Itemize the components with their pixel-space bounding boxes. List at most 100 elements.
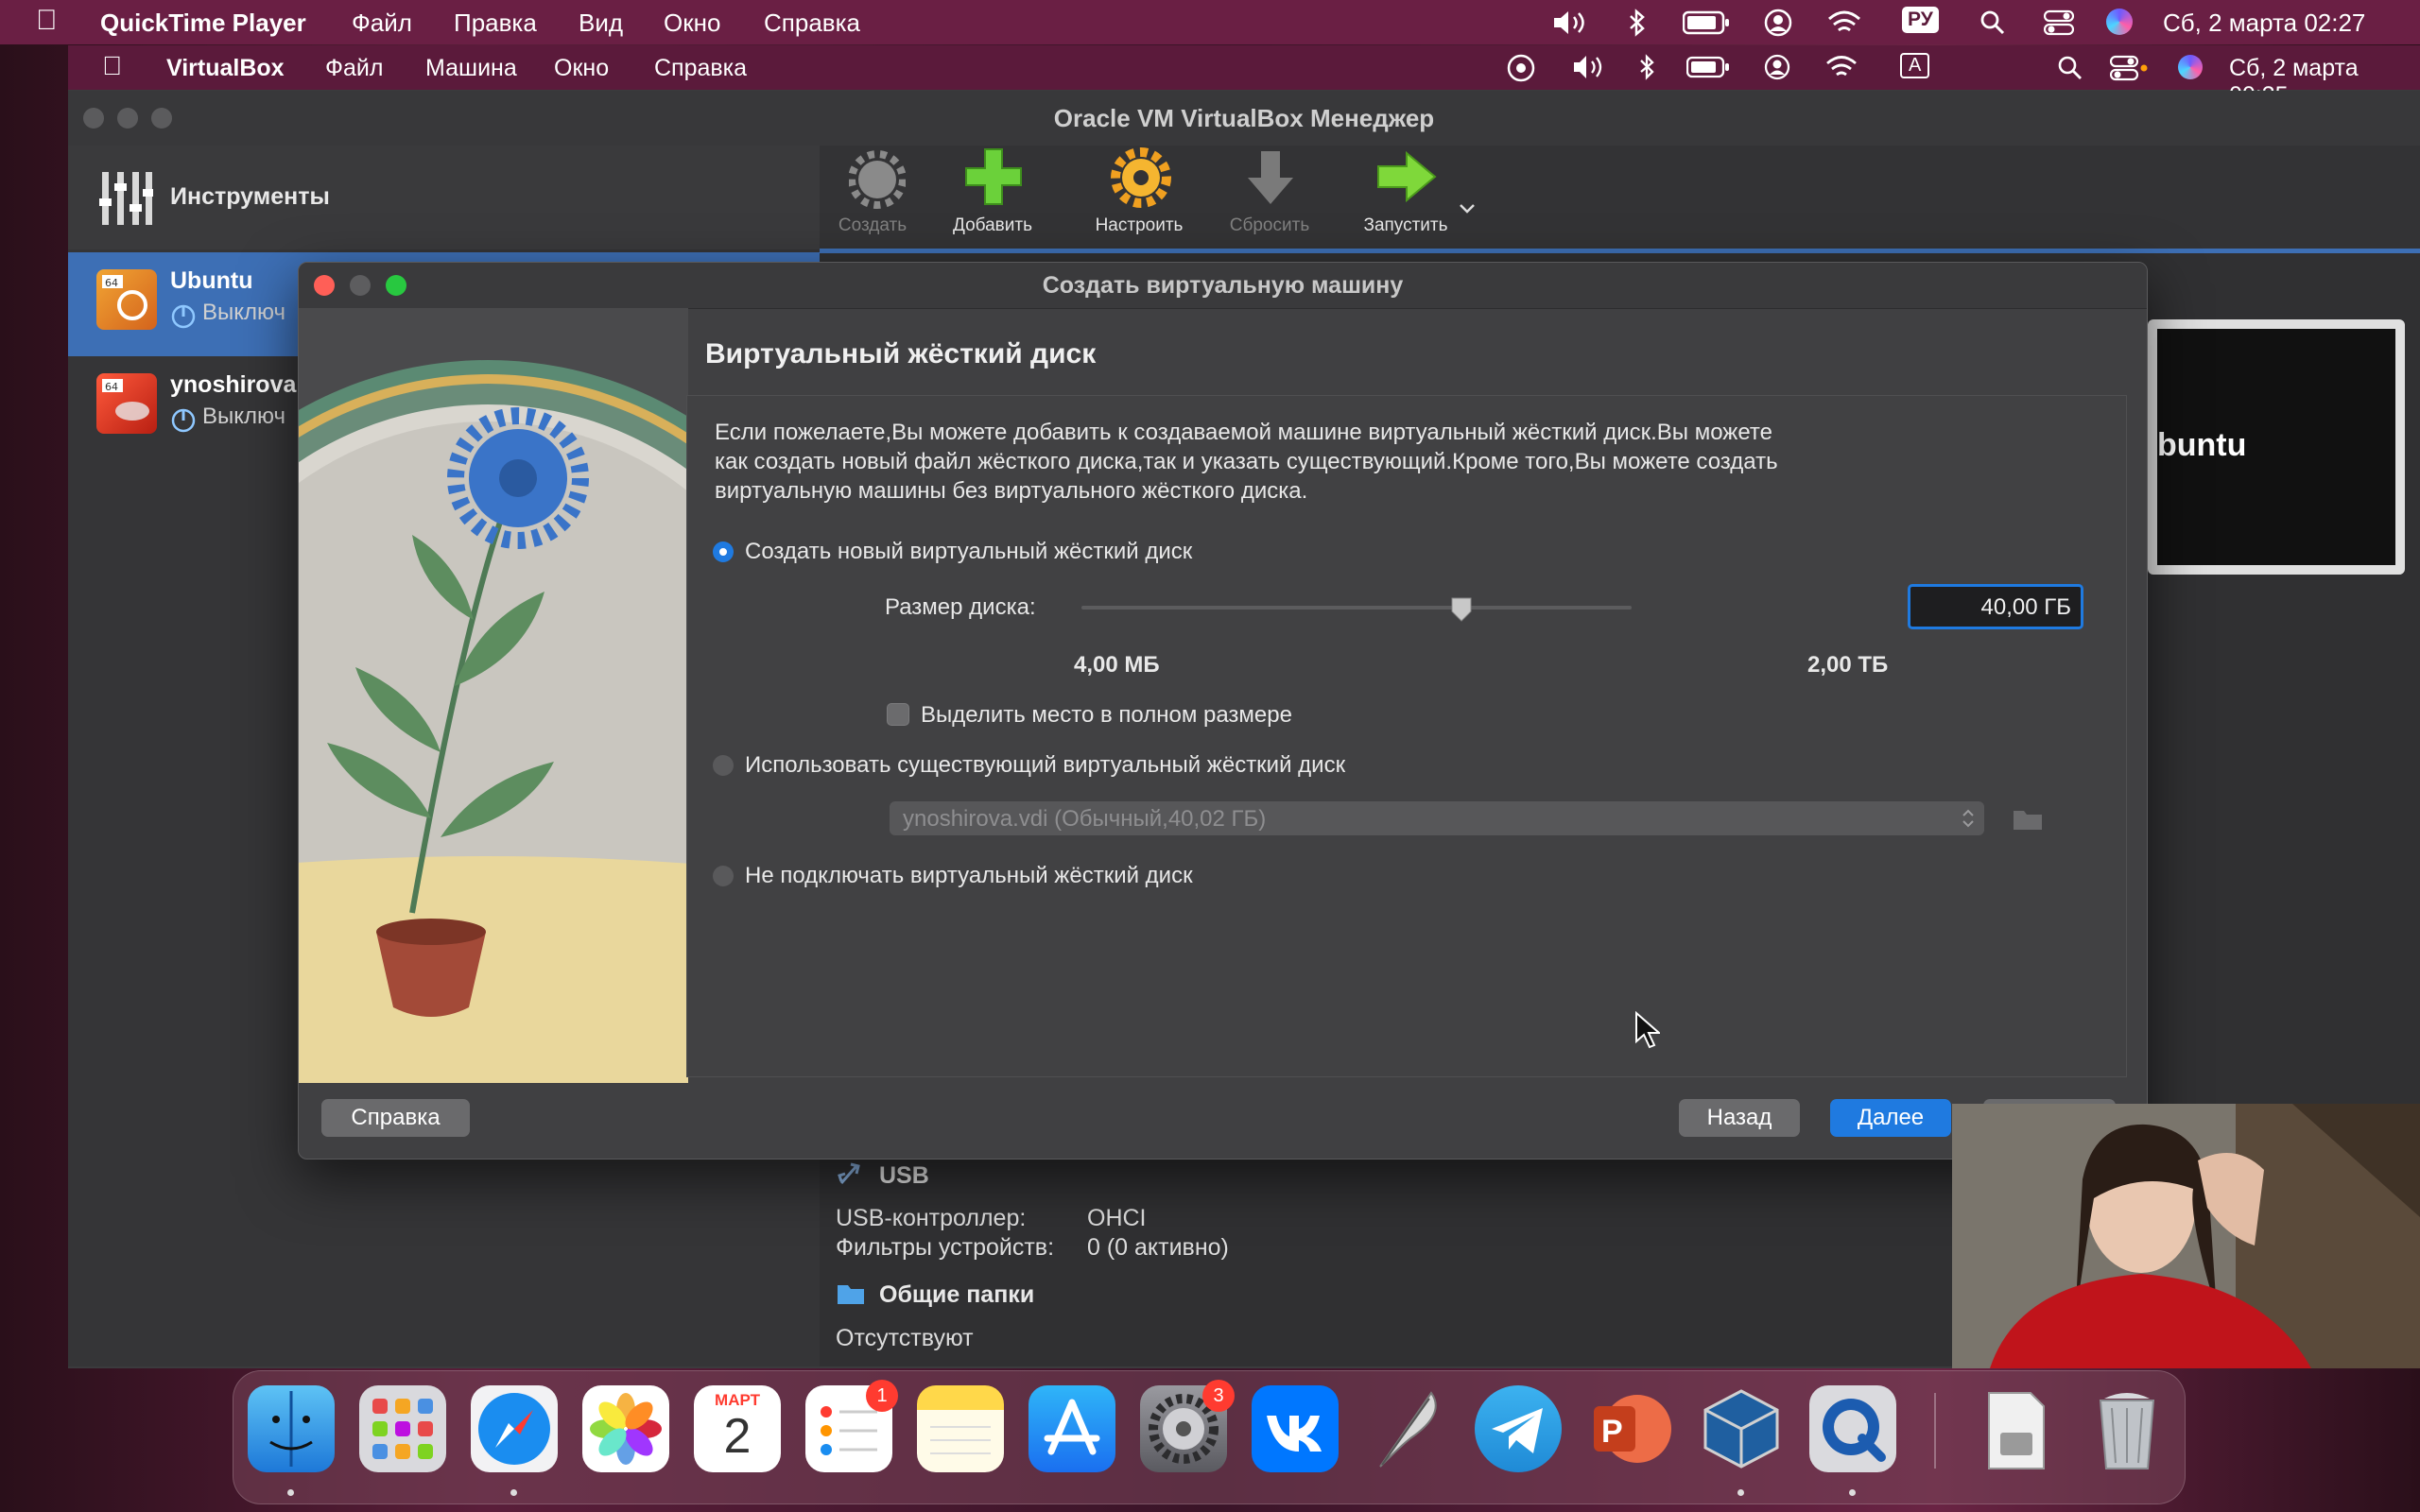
menu-file[interactable]: Файл [325,55,383,82]
vm-preview: buntu [2148,319,2405,575]
spotlight-search-icon[interactable] [2057,55,2083,81]
wifi-icon[interactable] [1824,54,1858,80]
create-new-disk-radio[interactable] [713,541,734,562]
dock-separator [1934,1393,1936,1469]
wifi-icon[interactable] [1826,9,1862,37]
control-center-icon[interactable] [2044,9,2074,36]
vm-state: Выключ [202,404,286,429]
vm-os-icon: 64 [96,373,157,434]
start-label: Запустить [1363,215,1448,235]
bluetooth-icon[interactable] [1637,53,1658,81]
gear-icon [849,150,906,209]
running-indicator [287,1489,294,1496]
reminders-badge: 1 [866,1380,898,1412]
apple-menu-icon[interactable]:  [102,51,122,81]
shared-folders-header[interactable]: Общие папки [879,1281,1034,1309]
use-existing-disk-radio[interactable] [713,755,734,776]
tools-label: Инструменты [170,183,330,210]
calendar-icon[interactable]: МАРТ 2 [694,1385,781,1472]
menu-file[interactable]: Файл [352,9,412,38]
tools-item[interactable]: Инструменты [68,146,820,249]
calendar-day: 2 [723,1409,752,1464]
menu-help[interactable]: Справка [654,55,747,82]
virtualbox-icon[interactable] [1698,1385,1785,1472]
user-icon[interactable] [1764,54,1790,80]
disk-size-value: 40,00 ГБ [1980,594,2071,620]
battery-icon[interactable] [1686,56,1730,78]
downloads-icon[interactable] [1972,1385,2059,1472]
menu-machine[interactable]: Машина [425,55,517,82]
photos-icon[interactable] [582,1385,669,1472]
usb-controller-label: USB-контроллер: [836,1205,1027,1231]
user-icon[interactable] [1764,9,1792,37]
app-store-icon[interactable] [1028,1385,1115,1472]
settings-vm-button[interactable]: Настроить [1068,146,1210,249]
siri-icon[interactable] [2106,9,2133,35]
add-vm-button[interactable]: Добавить [922,146,1063,249]
app-name[interactable]: QuickTime Player [100,9,306,38]
window-title: Oracle VM VirtualBox Менеджер [1053,104,1435,132]
mouse-cursor-icon [1635,1011,1660,1049]
running-indicator [510,1489,517,1496]
menu-window[interactable]: Окно [554,55,609,82]
existing-disk-value: ynoshirova.vdi (Обычный,40,02 ГБ) [903,806,1267,832]
no-disk-label[interactable]: Не подключать виртуальный жёсткий диск [745,863,1193,889]
menu-edit[interactable]: Правка [454,9,537,38]
battery-icon[interactable] [1683,10,1730,35]
feather-icon[interactable] [1363,1385,1450,1472]
preallocate-checkbox[interactable] [887,703,909,726]
disk-size-slider[interactable] [1081,596,1632,622]
slider-knob[interactable] [1450,596,1473,623]
bluetooth-icon[interactable] [1626,8,1649,38]
input-source-indicator[interactable]: A [1900,53,1930,78]
notes-icon[interactable] [917,1385,1004,1472]
use-existing-disk-label[interactable]: Использовать существующий виртуальный жё… [745,752,1345,779]
menubar-clock[interactable]: Сб, 2 марта 02:27 [2163,9,2365,38]
create-vm-dialog: Создать виртуальную машину Виртуальный ж… [298,262,2148,1160]
powerpoint-icon[interactable]: P [1586,1385,1673,1472]
safari-icon[interactable] [471,1385,558,1472]
help-button[interactable]: Справка [321,1099,470,1137]
power-off-icon [171,408,196,433]
screen-record-icon[interactable] [1505,54,1537,82]
control-center-icon[interactable] [2110,55,2148,81]
usb-section-header[interactable]: USB [879,1162,929,1190]
flower-pot-illustration [299,360,688,1083]
menu-window[interactable]: Окно [664,9,720,38]
description-line-3: виртуальную машины без виртуального жёст… [715,478,1308,504]
trash-icon[interactable] [2083,1385,2170,1472]
finder-icon[interactable] [248,1385,335,1472]
slider-max-label: 2,00 ТБ [1807,652,1889,678]
disk-size-input[interactable]: 40,00 ГБ [1908,584,2083,629]
quicktime-icon[interactable] [1809,1385,1896,1472]
next-button[interactable]: Далее [1830,1099,1951,1137]
vk-icon[interactable] [1252,1385,1339,1472]
menu-view[interactable]: Вид [579,9,623,38]
launchpad-icon[interactable] [359,1385,446,1472]
app-name[interactable]: VirtualBox [166,55,285,82]
reset-vm-button[interactable]: Сбросить [1199,146,1340,249]
start-options-chevron-icon[interactable] [1458,202,1477,215]
back-button[interactable]: Назад [1679,1099,1800,1137]
dialog-title: Создать виртуальную машину [1042,272,1404,299]
close-dialog-button[interactable] [314,275,335,296]
running-indicator [1849,1489,1856,1496]
create-new-disk-label[interactable]: Создать новый виртуальный жёсткий диск [745,539,1192,565]
settings-label: Настроить [1095,215,1184,235]
preallocate-label[interactable]: Выделить место в полном размере [921,702,1292,729]
volume-icon[interactable] [1550,9,1592,36]
menu-help[interactable]: Справка [764,9,860,38]
input-source-indicator[interactable]: РУ [1902,7,1939,33]
siri-icon[interactable] [2178,55,2203,79]
no-disk-radio[interactable] [713,866,734,886]
apple-menu-icon[interactable]:  [36,5,58,37]
svg-text:P: P [1601,1414,1623,1450]
telegram-icon[interactable] [1475,1385,1562,1472]
zoom-dialog-button[interactable] [386,275,406,296]
volume-icon[interactable] [1571,54,1609,80]
start-vm-button[interactable]: Запустить [1335,146,1477,249]
spotlight-search-icon[interactable] [1979,9,2006,36]
existing-disk-select[interactable]: ynoshirova.vdi (Обычный,40,02 ГБ) [890,801,1984,835]
page-heading: Виртуальный жёсткий диск [705,338,1097,369]
choose-disk-folder-icon[interactable] [2012,805,2044,833]
